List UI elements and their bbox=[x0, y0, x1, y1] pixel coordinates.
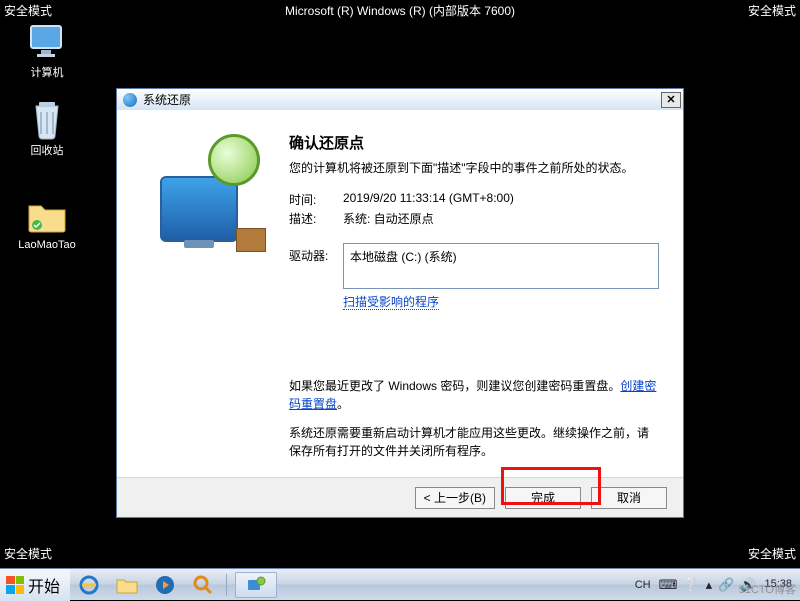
start-label: 开始 bbox=[28, 573, 60, 597]
dialog-footer: < 上一步(B) 完成 取消 bbox=[117, 477, 683, 517]
safe-mode-label: 安全模式 bbox=[4, 545, 52, 562]
back-button[interactable]: < 上一步(B) bbox=[415, 487, 495, 509]
desktop-icon-label: 回收站 bbox=[31, 142, 64, 158]
os-build-label: Microsoft (R) Windows (R) (内部版本 7600) bbox=[285, 2, 515, 19]
taskbar-task-system-restore[interactable] bbox=[235, 572, 277, 598]
desktop-icon-recycle-bin[interactable]: 回收站 bbox=[12, 98, 82, 158]
help-icon[interactable]: ❔ bbox=[683, 577, 699, 593]
dialog-titlebar[interactable]: 系统还原 ✕ bbox=[117, 88, 683, 110]
system-restore-icon bbox=[246, 576, 266, 594]
safe-mode-label: 安全模式 bbox=[748, 2, 796, 19]
drive-item: 本地磁盘 (C:) (系统) bbox=[350, 250, 457, 264]
folder-icon bbox=[116, 576, 138, 594]
volume-icon[interactable]: 🔊 bbox=[740, 577, 756, 593]
time-value: 2019/9/20 11:33:14 (GMT+8:00) bbox=[343, 191, 514, 208]
dialog-heading: 确认还原点 bbox=[289, 132, 659, 153]
desktop-icon-folder[interactable]: LaoMaoTao bbox=[12, 195, 82, 251]
system-restore-icon bbox=[123, 93, 137, 107]
system-tray: CH ⌨ ❔ ▴ 🔗 🔊 15:38 bbox=[627, 577, 800, 593]
keyboard-icon[interactable]: ⌨ bbox=[659, 577, 678, 593]
close-button[interactable]: ✕ bbox=[661, 92, 681, 108]
cancel-button[interactable]: 取消 bbox=[591, 487, 667, 509]
taskbar-media-player-button[interactable] bbox=[146, 569, 184, 600]
desktop-icon-computer[interactable]: 计算机 bbox=[12, 20, 82, 80]
system-restore-dialog: 系统还原 ✕ 确认还原点 您的计算机将被还原到下面"描述"字段中的事件之前所处的… bbox=[116, 88, 684, 518]
windows-logo-icon bbox=[6, 576, 24, 594]
drives-label: 驱动器: bbox=[289, 243, 343, 289]
finish-button[interactable]: 完成 bbox=[505, 487, 581, 509]
desktop-icon-label: 计算机 bbox=[31, 64, 64, 80]
drives-listbox[interactable]: 本地磁盘 (C:) (系统) bbox=[343, 243, 659, 289]
restart-note: 系统还原需要重新启动计算机才能应用这些更改。继续操作之前，请保存所有打开的文件并… bbox=[289, 424, 659, 461]
taskbar-separator bbox=[226, 574, 227, 596]
network-disabled-icon[interactable]: 🔗 bbox=[718, 577, 734, 593]
clock[interactable]: 15:38 bbox=[764, 579, 792, 590]
password-note: 如果您最近更改了 Windows 密码，则建议您创建密码重置盘。创建密码重置盘。 bbox=[289, 377, 659, 414]
taskbar-ie-button[interactable] bbox=[70, 569, 108, 600]
time-label: 时间: bbox=[289, 191, 343, 208]
recycle-bin-icon bbox=[26, 98, 68, 140]
system-restore-illustration bbox=[148, 138, 258, 248]
taskbar-search-button[interactable] bbox=[184, 569, 222, 600]
close-icon: ✕ bbox=[666, 93, 675, 106]
safe-mode-label: 安全模式 bbox=[4, 2, 52, 19]
desktop-icon-label: LaoMaoTao bbox=[18, 239, 76, 251]
media-player-icon bbox=[155, 575, 175, 595]
dialog-intro: 您的计算机将被还原到下面"描述"字段中的事件之前所处的状态。 bbox=[289, 159, 659, 177]
dialog-title: 系统还原 bbox=[143, 91, 191, 108]
ie-icon bbox=[79, 575, 99, 595]
start-button[interactable]: 开始 bbox=[0, 569, 70, 601]
desc-label: 描述: bbox=[289, 210, 343, 227]
ime-indicator[interactable]: CH bbox=[635, 579, 651, 591]
chevron-up-icon[interactable]: ▴ bbox=[706, 577, 713, 593]
scan-affected-programs-link[interactable]: 扫描受影响的程序 bbox=[343, 295, 439, 310]
desc-value: 系统: 自动还原点 bbox=[343, 210, 434, 227]
computer-icon bbox=[26, 20, 68, 62]
dialog-illustration-pane bbox=[117, 110, 289, 477]
taskbar: 开始 CH ⌨ ❔ ▴ 🔗 🔊 15:38 bbox=[0, 568, 800, 600]
safe-mode-label: 安全模式 bbox=[748, 545, 796, 562]
search-icon bbox=[193, 575, 213, 595]
folder-icon bbox=[26, 195, 68, 237]
taskbar-explorer-button[interactable] bbox=[108, 569, 146, 600]
